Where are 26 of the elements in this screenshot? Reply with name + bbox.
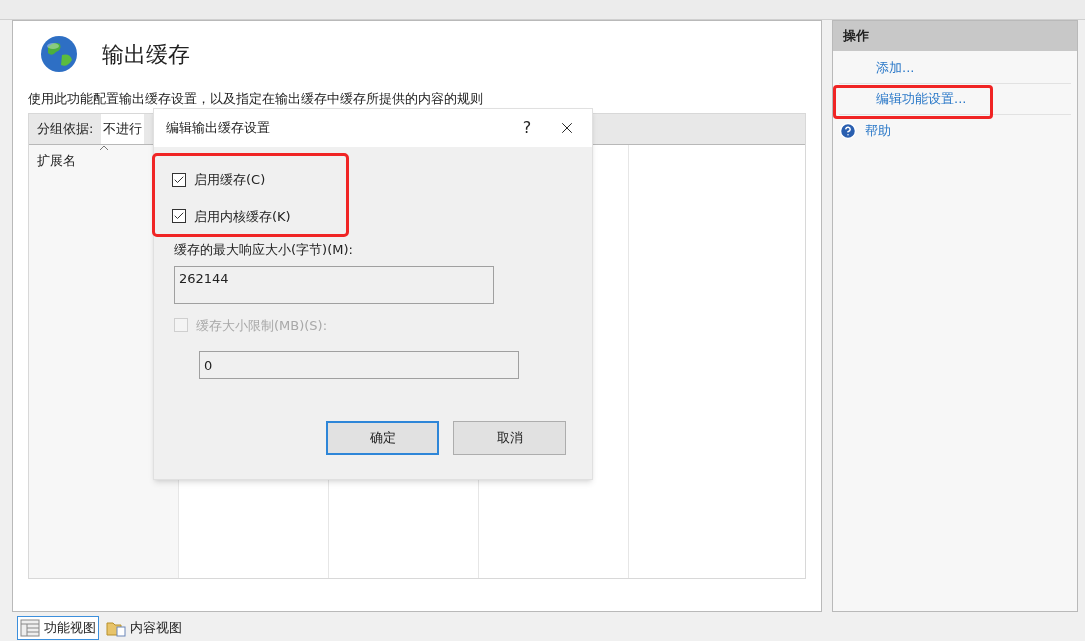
view-tab[interactable]: 内容视图 [103, 616, 185, 640]
group-label: 分组依据: [37, 120, 94, 139]
checkbox-label: 缓存大小限制(MB)(S): [196, 316, 328, 335]
feature-description: 使用此功能配置输出缓存设置，以及指定在输出缓存中缓存所提供的内容的规则 [28, 90, 484, 108]
folder-document-icon [106, 619, 126, 637]
action-link[interactable]: 编辑功能设置... [876, 89, 967, 109]
field-label: 缓存的最大响应大小(字节)(M): [174, 241, 354, 259]
group-dropdown[interactable]: 不进行 [101, 114, 145, 144]
globe-icon [40, 35, 78, 73]
dialog-button[interactable]: 取消 [453, 421, 566, 455]
dialog-title: 编辑输出缓存设置 [166, 119, 271, 138]
action-link[interactable]: 帮助 [865, 120, 891, 141]
checkbox[interactable] [172, 172, 186, 187]
view-tab[interactable]: 功能视图 [17, 616, 99, 640]
help-icon [839, 121, 857, 140]
action-link[interactable]: 添加... [876, 58, 915, 78]
dialog-button[interactable]: 确定 [326, 421, 439, 455]
checkbox[interactable] [172, 209, 186, 224]
sort-caret-icon [99, 145, 109, 151]
help-button[interactable]: ? [512, 113, 542, 143]
actions-header: 操作 [833, 21, 1077, 51]
grid-view-icon [20, 619, 40, 637]
checkbox-label: 启用内核缓存(K) [194, 207, 291, 226]
checkbox-label: 启用缓存(C) [194, 171, 266, 189]
feature-title: 输出缓存 [102, 40, 190, 69]
max-size-field[interactable]: 262144 [174, 265, 494, 304]
